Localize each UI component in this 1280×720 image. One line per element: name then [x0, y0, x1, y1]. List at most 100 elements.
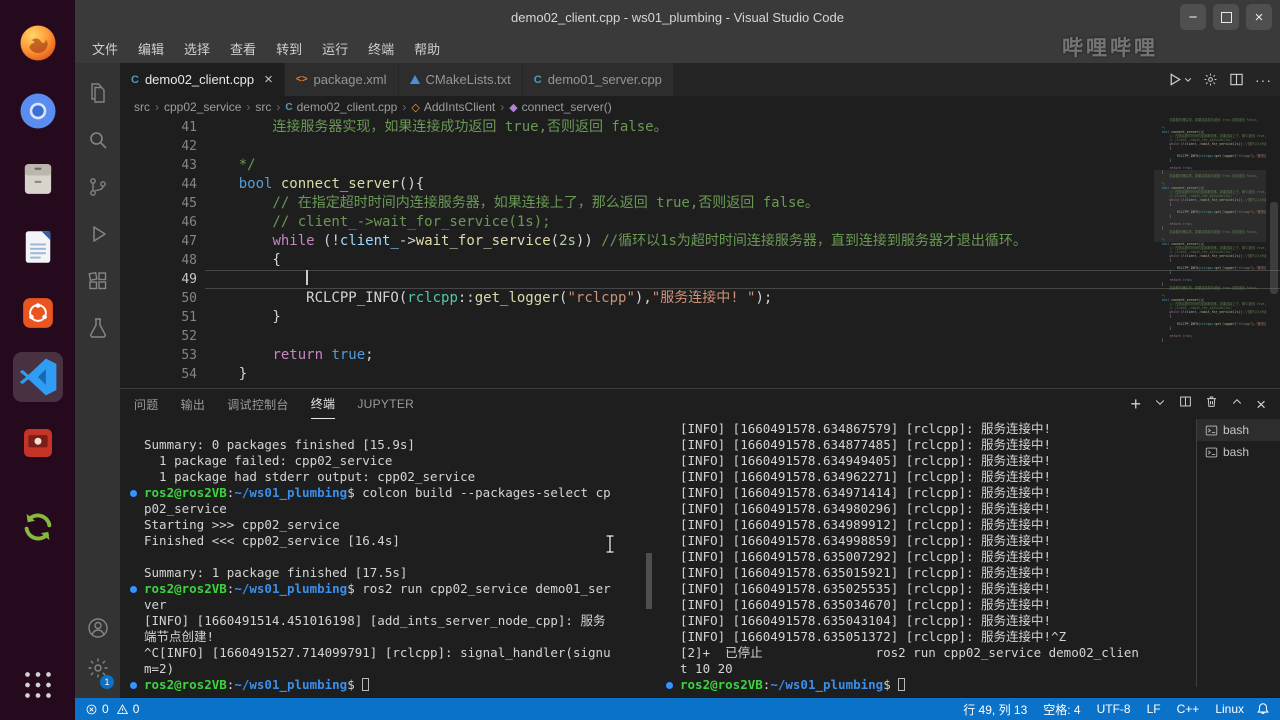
code-line-54[interactable]: 54 } — [120, 365, 1280, 384]
code-line-41[interactable]: 41 连接服务器实现，如果连接成功返回 true,否则返回 false。 — [120, 118, 1280, 137]
split-terminal-icon[interactable] — [1179, 395, 1192, 413]
breadcrumb-item-3[interactable]: Cdemo02_client.cpp — [285, 100, 397, 114]
tab-0[interactable]: Cdemo02_client.cpp × — [120, 63, 285, 96]
menu-item-7[interactable]: 帮助 — [405, 36, 449, 61]
maximize-button[interactable] — [1213, 4, 1239, 30]
menu-item-1[interactable]: 编辑 — [129, 36, 173, 61]
screen-recorder-icon[interactable] — [13, 418, 63, 468]
code-line-49[interactable]: 49 — [120, 270, 1280, 289]
menu-item-3[interactable]: 查看 — [221, 36, 265, 61]
extensions-icon[interactable] — [75, 261, 120, 301]
code-line-44[interactable]: 44 bool connect_server(){ — [120, 175, 1280, 194]
minimap-token: "rclcpp" — [1236, 322, 1252, 326]
accounts-icon[interactable] — [75, 608, 120, 648]
code-token: client_ — [339, 233, 399, 249]
settings-gear-icon[interactable] — [1203, 72, 1218, 87]
split-editor-icon[interactable] — [1229, 72, 1244, 87]
minimize-button[interactable]: − — [1180, 4, 1206, 30]
terminal-right-pane[interactable]: [INFO] [1660491578.634867579] [rclcpp]: … — [666, 421, 1188, 693]
menu-item-4[interactable]: 转到 — [267, 36, 311, 61]
command-decoration-icon[interactable] — [130, 489, 137, 497]
code-line-46[interactable]: 46 // client_->wait_for_service(1s); — [120, 213, 1280, 232]
panel-tab-3[interactable]: 终端 — [310, 390, 336, 419]
ubuntu-software-icon[interactable] — [13, 288, 63, 338]
tab-3[interactable]: Cdemo01_server.cpp — [522, 63, 674, 96]
new-terminal-icon[interactable]: + — [1131, 395, 1142, 413]
tab-1[interactable]: <> package.xml — [284, 63, 399, 96]
menu-item-2[interactable]: 选择 — [175, 36, 219, 61]
testing-icon[interactable] — [75, 308, 120, 348]
code-line-50[interactable]: 50 RCLCPP_INFO(rclcpp::get_logger("rclcp… — [120, 289, 1280, 308]
chromium-icon[interactable] — [13, 86, 63, 136]
minimap-slider[interactable] — [1154, 170, 1266, 242]
panel-tab-0[interactable]: 问题 — [134, 390, 159, 419]
terminal-token: [INFO] [1660491578.635051372] [rclcpp]: … — [680, 629, 1052, 644]
code-line-42[interactable]: 42 — [120, 137, 1280, 156]
terminal-token: [INFO] [1660491578.635015921] [rclcpp]: … — [680, 565, 1052, 580]
close-button[interactable]: × — [1246, 4, 1272, 30]
more-actions-icon[interactable]: ··· — [1255, 72, 1272, 88]
status-item-0[interactable]: 行 49, 列 13 — [963, 701, 1027, 718]
code-line-52[interactable]: 52 — [120, 327, 1280, 346]
breadcrumb-item-4[interactable]: ◇ AddIntsClient — [411, 100, 495, 114]
code-line-53[interactable]: 53 return true; — [120, 346, 1280, 365]
terminal-list-item-1[interactable]: bash — [1197, 441, 1280, 463]
breadcrumb-item-5[interactable]: ◆ connect_server() — [509, 100, 612, 114]
breadcrumb-item-2[interactable]: src — [255, 100, 271, 114]
code-editor[interactable]: 41 连接服务器实现，如果连接成功返回 true,否则返回 false。 42 43… — [120, 118, 1280, 388]
search-icon[interactable] — [75, 120, 120, 160]
command-decoration-icon[interactable] — [130, 681, 137, 689]
menu-item-6[interactable]: 终端 — [359, 36, 403, 61]
libreoffice-writer-icon[interactable] — [13, 222, 63, 272]
panel-tab-2[interactable]: 调试控制台 — [227, 390, 289, 419]
cpp-symbol-icon: C — [285, 101, 293, 113]
status-item-4[interactable]: C++ — [1177, 702, 1200, 716]
code-line-43[interactable]: 43 */ — [120, 156, 1280, 175]
terminal-left-pane[interactable]: Summary: 0 packages finished [15.9s] 1 p… — [130, 437, 658, 693]
panel-tab-1[interactable]: 输出 — [181, 390, 206, 419]
menu-item-5[interactable]: 运行 — [313, 36, 357, 61]
source-control-icon[interactable] — [75, 167, 120, 207]
menu-item-0[interactable]: 文件 — [83, 36, 127, 61]
breadcrumb-item-0[interactable]: src — [134, 100, 150, 114]
terminal-dropdown-icon[interactable] — [1154, 395, 1166, 413]
status-item-5[interactable]: Linux — [1215, 702, 1244, 716]
status-item-1[interactable]: 空格: 4 — [1043, 701, 1080, 718]
vscode-icon[interactable] — [13, 352, 63, 402]
explorer-icon[interactable] — [75, 73, 120, 113]
code-line-47[interactable]: 47 while (!client_->wait_for_service(2s)… — [120, 232, 1280, 251]
code-line-48[interactable]: 48 { — [120, 251, 1280, 270]
close-panel-icon[interactable]: × — [1256, 396, 1266, 413]
terminal-token: [INFO] [1660491578.635025535] [rclcpp]: … — [680, 581, 1052, 596]
panel-tab-4[interactable]: JUPYTER — [357, 390, 414, 419]
terminal-line: [INFO] [1660491578.634867579] [rclcpp]: … — [666, 421, 1188, 437]
show-applications-icon[interactable] — [13, 660, 63, 710]
terminal-token: [INFO] [1660491578.635043104] [rclcpp]: … — [680, 613, 1052, 628]
code-line-45[interactable]: 45 // 在指定超时时间内连接服务器，如果连接上了，那么返回 true,否则返… — [120, 194, 1280, 213]
minimap[interactable]: 连接服务器实现，如果连接成功返回 true,否则返回 false。 */ boo… — [1154, 118, 1266, 386]
status-item-2[interactable]: UTF-8 — [1097, 702, 1131, 716]
kill-terminal-icon[interactable] — [1205, 395, 1218, 413]
run-or-debug-icon[interactable] — [1167, 72, 1192, 87]
status-item-3[interactable]: LF — [1147, 702, 1161, 716]
files-icon[interactable] — [13, 154, 63, 204]
editor-scrollbar[interactable] — [1270, 202, 1278, 294]
notifications-bell-icon[interactable] — [1256, 702, 1270, 716]
run-and-debug-icon[interactable] — [75, 214, 120, 254]
breadcrumb: src › cpp02_service › src › Cdemo02_client.cpp… — [120, 96, 1280, 118]
minimap-token: ; — [1190, 334, 1193, 338]
code-line-51[interactable]: 51 } — [120, 308, 1280, 327]
terminal-scrollbar[interactable] — [646, 553, 652, 609]
terminal-list-item-0[interactable]: bash — [1197, 419, 1280, 441]
maximize-panel-icon[interactable] — [1231, 395, 1243, 413]
command-decoration-icon[interactable] — [130, 585, 137, 593]
close-tab-icon[interactable]: × — [264, 72, 273, 87]
minimap-token: get_logger — [1215, 266, 1235, 270]
problems-status[interactable]: 0 0 — [85, 702, 139, 716]
breadcrumb-item-1[interactable]: cpp02_service — [164, 100, 241, 114]
panel-tabs: 问题 输出 调试控制台 终端 JUPYTER — [134, 389, 414, 419]
software-updater-icon[interactable] — [13, 502, 63, 552]
firefox-icon[interactable] — [13, 18, 63, 68]
tab-2[interactable]: CMakeLists.txt — [398, 63, 523, 96]
command-decoration-icon[interactable] — [666, 681, 673, 689]
